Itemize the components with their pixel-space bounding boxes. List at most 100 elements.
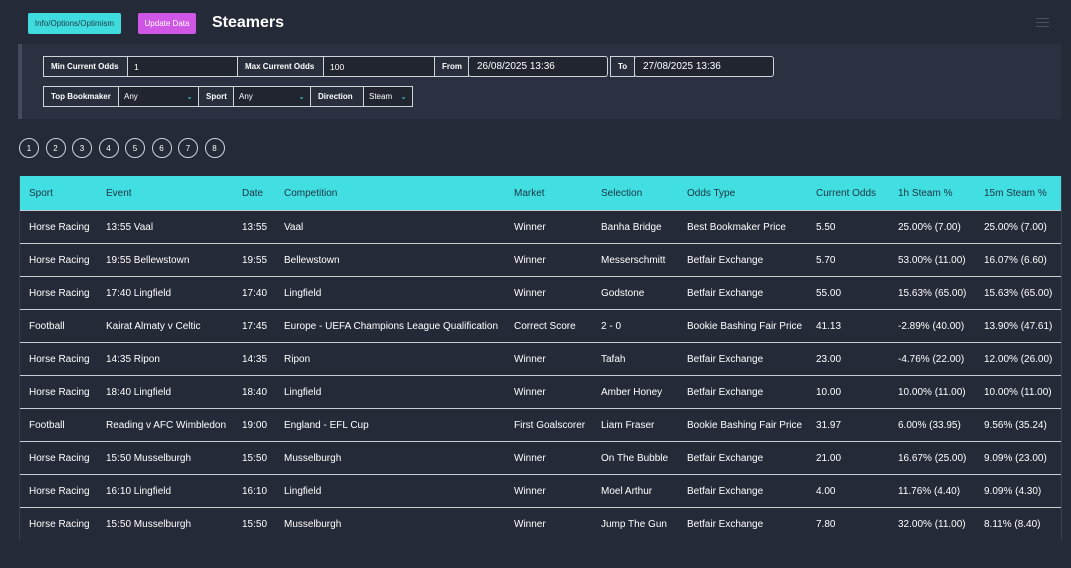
table-cell: 16:10 Lingfield bbox=[106, 485, 172, 497]
table-cell: 4.00 bbox=[816, 485, 836, 497]
table-cell: 9.09% (4.30) bbox=[984, 485, 1042, 497]
to-date-input[interactable]: 27/08/2025 13:36 bbox=[634, 56, 774, 77]
table-row[interactable]: Horse Racing 13:55 Vaal 13:55 Vaal Winner Ban… bbox=[20, 210, 1061, 243]
filter-row-selects: Top Bookmaker Any ⌄ Sport Any ⌄ Directio… bbox=[43, 86, 413, 107]
table-cell: Winner bbox=[514, 386, 546, 398]
sport-label: Sport bbox=[198, 86, 234, 107]
table-cell: 13:55 Vaal bbox=[106, 221, 154, 233]
max-odds-label: Max Current Odds bbox=[237, 56, 324, 77]
table-cell: 18:40 bbox=[242, 386, 268, 398]
from-label: From bbox=[434, 56, 469, 77]
column-header[interactable]: Sport bbox=[29, 188, 53, 199]
column-header[interactable]: Selection bbox=[601, 188, 642, 199]
table-cell: Winner bbox=[514, 485, 546, 497]
hamburger-menu-icon[interactable] bbox=[1036, 18, 1049, 29]
page-button-1[interactable]: 1 bbox=[19, 138, 39, 158]
table-row[interactable]: Horse Racing 16:10 Lingfield 16:10 Lingfiel… bbox=[20, 474, 1061, 507]
direction-value: Steam bbox=[369, 92, 393, 101]
table-cell: 17:40 bbox=[242, 287, 268, 299]
table-cell: 11.76% (4.40) bbox=[898, 485, 961, 497]
min-odds-input[interactable]: 1 bbox=[127, 56, 238, 77]
top-bookmaker-select[interactable]: Any ⌄ bbox=[118, 86, 199, 107]
table-cell: 41.13 bbox=[816, 320, 842, 332]
table-cell: Banha Bridge bbox=[601, 221, 662, 233]
table-cell: 9.56% (35.24) bbox=[984, 419, 1047, 431]
table-cell: 16:10 bbox=[242, 485, 268, 497]
sport-select[interactable]: Any ⌄ bbox=[233, 86, 311, 107]
column-header[interactable]: Competition bbox=[284, 188, 337, 199]
table-row[interactable]: Horse Racing 15:50 Musselburgh 15:50 Mussel… bbox=[20, 507, 1061, 540]
table-cell: Musselburgh bbox=[284, 452, 342, 464]
table-cell: -2.89% (40.00) bbox=[898, 320, 965, 332]
table-cell: Correct Score bbox=[514, 320, 576, 332]
to-label: To bbox=[610, 56, 635, 77]
table-cell: Bellewstown bbox=[284, 254, 340, 266]
chevron-down-icon: ⌄ bbox=[186, 92, 193, 101]
table-cell: 5.70 bbox=[816, 254, 836, 266]
column-header[interactable]: Date bbox=[242, 188, 263, 199]
page-button-3[interactable]: 3 bbox=[72, 138, 92, 158]
table-cell: 12.00% (26.00) bbox=[984, 353, 1053, 365]
table-cell: Vaal bbox=[284, 221, 304, 233]
table-cell: Football bbox=[29, 419, 65, 431]
column-header[interactable]: Odds Type bbox=[687, 188, 735, 199]
table-cell: 7.80 bbox=[816, 518, 836, 530]
table-cell: Horse Racing bbox=[29, 353, 90, 365]
table-cell: 31.97 bbox=[816, 419, 842, 431]
column-header[interactable]: 15m Steam % bbox=[984, 188, 1047, 199]
table-cell: 19:55 Bellewstown bbox=[106, 254, 190, 266]
table-cell: 14:35 Ripon bbox=[106, 353, 160, 365]
table-cell: First Goalscorer bbox=[514, 419, 586, 431]
table-row[interactable]: Horse Racing 17:40 Lingfield 17:40 Lingfiel… bbox=[20, 276, 1061, 309]
update-data-button[interactable]: Update Data bbox=[138, 13, 196, 34]
column-header[interactable]: Event bbox=[106, 188, 132, 199]
page-button-2[interactable]: 2 bbox=[45, 138, 66, 158]
table-cell: Tafah bbox=[601, 353, 626, 365]
table-cell: Godstone bbox=[601, 287, 645, 299]
table-cell: 16.07% (6.60) bbox=[984, 254, 1047, 266]
top-bookmaker-value: Any bbox=[124, 92, 138, 101]
from-date-input[interactable]: 26/08/2025 13:36 bbox=[468, 56, 608, 77]
table-cell: 19:00 bbox=[242, 419, 268, 431]
direction-select[interactable]: Steam ⌄ bbox=[363, 86, 413, 107]
max-odds-input[interactable]: 100 bbox=[323, 56, 435, 77]
page-button-8[interactable]: 8 bbox=[204, 138, 225, 158]
table-cell: 23.00 bbox=[816, 353, 842, 365]
table-row[interactable]: Football Kairat Almaty v Celtic 17:45 Europ… bbox=[20, 309, 1061, 342]
table-cell: Bookie Bashing Fair Price bbox=[687, 419, 803, 431]
column-header[interactable]: Market bbox=[514, 188, 545, 199]
table-row[interactable]: Horse Racing 14:35 Ripon 14:35 Ripon Winner T… bbox=[20, 342, 1061, 375]
page-button-7[interactable]: 7 bbox=[178, 138, 198, 158]
table-cell: 19:55 bbox=[242, 254, 268, 266]
column-header[interactable]: Current Odds bbox=[816, 188, 876, 199]
table-cell: 53.00% (11.00) bbox=[898, 254, 966, 266]
table-cell: 17:45 bbox=[242, 320, 268, 332]
table-row[interactable]: Horse Racing 18:40 Lingfield 18:40 Lingfiel… bbox=[20, 375, 1061, 408]
info-options-button[interactable]: Info/Options/Optimism bbox=[28, 13, 121, 34]
table-row[interactable]: Football Reading v AFC Wimbledon 19:00 Engl… bbox=[20, 408, 1061, 441]
min-odds-label: Min Current Odds bbox=[43, 56, 128, 77]
table-cell: Horse Racing bbox=[29, 287, 90, 299]
table-cell: 13.90% (47.61) bbox=[984, 320, 1053, 332]
table-row[interactable]: Horse Racing 15:50 Musselburgh 15:50 Mussel… bbox=[20, 441, 1061, 474]
table-cell: Betfair Exchange bbox=[687, 518, 764, 530]
table-cell: Moel Arthur bbox=[601, 485, 653, 497]
steamers-table: Sport Event Date Competition Market Selection… bbox=[19, 176, 1062, 540]
table-cell: Winner bbox=[514, 518, 546, 530]
pagination: 12345678 bbox=[19, 138, 231, 158]
chevron-down-icon: ⌄ bbox=[400, 92, 407, 101]
table-cell: Europe - UEFA Champions League Qualifica… bbox=[284, 320, 499, 332]
page-button-4[interactable]: 4 bbox=[98, 138, 119, 158]
table-row[interactable]: Horse Racing 19:55 Bellewstown 19:55 Bellew… bbox=[20, 243, 1061, 276]
table-cell: Betfair Exchange bbox=[687, 254, 764, 266]
page-button-6[interactable]: 6 bbox=[151, 138, 172, 158]
column-header[interactable]: 1h Steam % bbox=[898, 188, 952, 199]
table-cell: Ripon bbox=[284, 353, 311, 365]
filter-row-odds-dates: Min Current Odds 1 Max Current Odds 100 … bbox=[43, 56, 774, 77]
filter-panel: Min Current Odds 1 Max Current Odds 100 … bbox=[18, 44, 1061, 119]
top-bar: Info/Options/Optimism Update Data Steame… bbox=[0, 0, 1071, 46]
table-cell: Best Bookmaker Price bbox=[687, 221, 786, 233]
page-button-5[interactable]: 5 bbox=[125, 138, 145, 158]
table-cell: 9.09% (23.00) bbox=[984, 452, 1047, 464]
table-cell: Kairat Almaty v Celtic bbox=[106, 320, 201, 332]
